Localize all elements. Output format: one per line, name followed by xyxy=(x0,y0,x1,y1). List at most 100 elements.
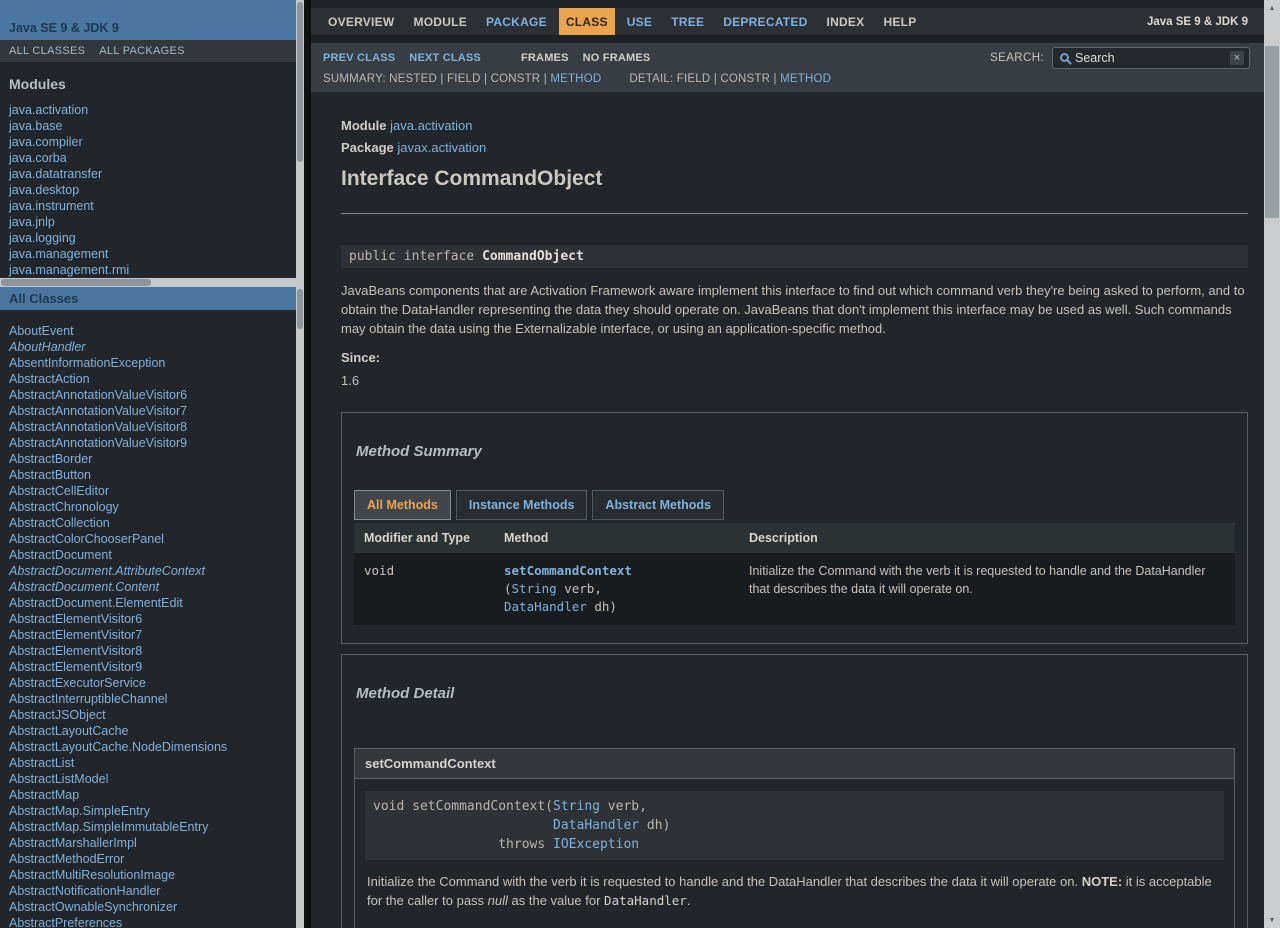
topnav-module[interactable]: MODULE xyxy=(406,8,474,35)
class-link[interactable]: AbstractMethodError xyxy=(0,851,296,867)
class-link[interactable]: AbstractBorder xyxy=(0,451,296,467)
class-link[interactable]: AbstractLayoutCache xyxy=(0,723,296,739)
text-run: DataHandler xyxy=(604,893,687,908)
class-link[interactable]: AbstractAnnotationValueVisitor6 xyxy=(0,387,296,403)
class-link[interactable]: AbstractListModel xyxy=(0,771,296,787)
inline-link[interactable]: String xyxy=(553,799,600,814)
tab-all-methods[interactable]: All Methods xyxy=(354,490,451,520)
module-link[interactable]: java.base xyxy=(0,118,296,134)
class-link[interactable]: AbstractAction xyxy=(0,371,296,387)
text-run: | xyxy=(540,73,550,85)
topnav-class[interactable]: CLASS xyxy=(559,8,615,35)
class-link[interactable]: AbstractElementVisitor8 xyxy=(0,643,296,659)
class-link[interactable]: AbstractDocument.AttributeContext xyxy=(0,563,296,579)
class-link[interactable]: AbstractElementVisitor9 xyxy=(0,659,296,675)
search-box[interactable]: × xyxy=(1052,47,1250,69)
module-link[interactable]: java.management.rmi xyxy=(0,262,296,278)
tab-instance-methods[interactable]: Instance Methods xyxy=(456,490,588,520)
class-page-frame: OVERVIEWMODULEPACKAGECLASSUSETREEDEPRECA… xyxy=(311,0,1264,928)
class-link[interactable]: AbstractCellEditor xyxy=(0,483,296,499)
class-link[interactable]: AbstractOwnableSynchronizer xyxy=(0,899,296,915)
text-run: | xyxy=(710,73,720,85)
module-link[interactable]: java.corba xyxy=(0,150,296,166)
prev-class-link[interactable]: PREV CLASS xyxy=(323,52,395,64)
class-link[interactable]: AbstractMultiResolutionImage xyxy=(0,867,296,883)
class-link[interactable]: AbstractJSObject xyxy=(0,707,296,723)
class-link[interactable]: AbstractPreferences xyxy=(0,915,296,928)
class-link[interactable]: AbstractMap xyxy=(0,787,296,803)
modules-frame: Java SE 9 & JDK 9 ALL CLASSES ALL PACKAG… xyxy=(0,0,296,278)
class-link[interactable]: AbstractDocument.Content xyxy=(0,579,296,595)
topnav-deprecated[interactable]: DEPRECATED xyxy=(716,8,814,35)
inline-link[interactable]: IOException xyxy=(553,837,639,852)
all-classes-link[interactable]: ALL CLASSES xyxy=(9,45,85,57)
scrollbar-thumb[interactable] xyxy=(1,279,151,286)
class-link[interactable]: AbstractAnnotationValueVisitor9 xyxy=(0,435,296,451)
scrollbar-thumb[interactable] xyxy=(297,2,303,162)
package-link[interactable]: javax.activation xyxy=(397,140,486,155)
topnav-use[interactable]: USE xyxy=(620,8,659,35)
search-area: SEARCH: × xyxy=(990,47,1250,69)
class-link[interactable]: AboutHandler xyxy=(0,339,296,355)
module-link[interactable]: java.desktop xyxy=(0,182,296,198)
class-link[interactable]: AbstractList xyxy=(0,755,296,771)
class-link[interactable]: AbstractButton xyxy=(0,467,296,483)
topnav-help[interactable]: HELP xyxy=(876,8,923,35)
module-link[interactable]: java.jnlp xyxy=(0,214,296,230)
class-link[interactable]: AbstractElementVisitor6 xyxy=(0,611,296,627)
modules-scrollbar[interactable] xyxy=(296,0,304,278)
class-link[interactable]: AbstractElementVisitor7 xyxy=(0,627,296,643)
clear-search-icon[interactable]: × xyxy=(1230,51,1244,65)
topnav-package[interactable]: PACKAGE xyxy=(479,8,554,35)
topnav-tree[interactable]: TREE xyxy=(664,8,711,35)
frame-title-link[interactable]: Java SE 9 & JDK 9 xyxy=(9,21,119,35)
topnav-overview[interactable]: OVERVIEW xyxy=(321,8,401,35)
class-link[interactable]: AbstractMap.SimpleEntry xyxy=(0,803,296,819)
class-link[interactable]: AbstractAnnotationValueVisitor7 xyxy=(0,403,296,419)
all-classes-scrollbar[interactable] xyxy=(296,287,304,928)
class-link[interactable]: AbstractColorChooserPanel xyxy=(0,531,296,547)
class-link[interactable]: AbstractAnnotationValueVisitor8 xyxy=(0,419,296,435)
module-link[interactable]: java.activation xyxy=(390,118,472,133)
class-link[interactable]: AbstractInterruptibleChannel xyxy=(0,691,296,707)
main-scrollbar[interactable]: ▲ ▼ xyxy=(1264,0,1280,928)
module-link[interactable]: java.compiler xyxy=(0,134,296,150)
inline-link[interactable]: setCommandContext xyxy=(504,563,632,578)
scroll-down-button[interactable]: ▼ xyxy=(1264,912,1280,928)
class-link[interactable]: AbsentInformationException xyxy=(0,355,296,371)
class-link[interactable]: AbstractCollection xyxy=(0,515,296,531)
class-link[interactable]: AbstractDocument xyxy=(0,547,296,563)
module-link[interactable]: java.instrument xyxy=(0,198,296,214)
class-link[interactable]: AbstractMap.SimpleImmutableEntry xyxy=(0,819,296,835)
scroll-up-button[interactable]: ▲ xyxy=(1264,0,1280,16)
class-link[interactable]: AboutEvent xyxy=(0,323,296,339)
scrollbar-thumb[interactable] xyxy=(1265,46,1279,218)
module-link[interactable]: java.management xyxy=(0,246,296,262)
module-link[interactable]: java.activation xyxy=(0,102,296,118)
all-packages-link[interactable]: ALL PACKAGES xyxy=(99,45,185,57)
inline-link[interactable]: METHOD xyxy=(780,73,831,85)
inline-link[interactable]: DataHandler xyxy=(504,599,587,614)
class-link[interactable]: AbstractExecutorService xyxy=(0,675,296,691)
scrollbar-thumb[interactable] xyxy=(297,289,303,329)
module-link[interactable]: java.datatransfer xyxy=(0,166,296,182)
inline-link[interactable]: METHOD xyxy=(550,73,601,85)
next-class-link[interactable]: NEXT CLASS xyxy=(409,52,481,64)
class-link[interactable]: AbstractDocument.ElementEdit xyxy=(0,595,296,611)
inline-link[interactable]: String xyxy=(512,581,557,596)
topnav-index[interactable]: INDEX xyxy=(820,8,872,35)
class-link[interactable]: AbstractNotificationHandler xyxy=(0,883,296,899)
inline-link[interactable]: DataHandler xyxy=(553,818,639,833)
modules-horizontal-scrollbar[interactable] xyxy=(0,278,304,287)
search-input[interactable] xyxy=(1075,51,1230,65)
class-link[interactable]: AbstractLayoutCache.NodeDimensions xyxy=(0,739,296,755)
class-link[interactable]: AbstractMarshallerImpl xyxy=(0,835,296,851)
module-link[interactable]: java.logging xyxy=(0,230,296,246)
frames-link[interactable]: FRAMES xyxy=(521,52,569,64)
class-signature: public interface CommandObject xyxy=(341,245,1248,268)
tab-abstract-methods[interactable]: Abstract Methods xyxy=(592,490,724,520)
text-run: ( xyxy=(504,581,512,596)
no-frames-link[interactable]: NO FRAMES xyxy=(583,52,651,64)
method-summary-section: Method Summary All Methods Instance Meth… xyxy=(341,412,1248,644)
class-link[interactable]: AbstractChronology xyxy=(0,499,296,515)
